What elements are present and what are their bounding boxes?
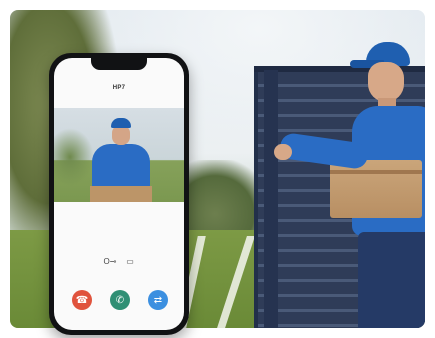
feed-hedge bbox=[54, 128, 94, 186]
record-glyph: ▭ bbox=[126, 256, 134, 266]
parcel-tape bbox=[330, 170, 422, 174]
hang-up-icon: ☎ bbox=[75, 294, 89, 306]
call-controls: O⊸ ▭ bbox=[94, 255, 144, 269]
head bbox=[368, 62, 404, 102]
feed-visitor-head bbox=[112, 125, 130, 145]
hand bbox=[274, 144, 292, 160]
answer-call-button[interactable]: ✆ bbox=[110, 290, 130, 310]
fence-post bbox=[264, 70, 278, 328]
swap-button[interactable]: ⇄ bbox=[148, 290, 168, 310]
smartphone: HP7 O⊸ ▭ ☎ ✆ ⇄ bbox=[49, 53, 189, 335]
delivery-person bbox=[274, 36, 425, 328]
intercom-app-screen: HP7 O⊸ ▭ ☎ ✆ ⇄ bbox=[54, 58, 184, 330]
parcel-box bbox=[330, 160, 422, 218]
caller-title: HP7 bbox=[112, 85, 126, 91]
phone-notch bbox=[91, 58, 147, 70]
key-icon[interactable]: O⊸ bbox=[102, 255, 118, 267]
feed-parcel bbox=[90, 186, 152, 202]
decline-call-button[interactable]: ☎ bbox=[72, 290, 92, 310]
feed-visitor-cap bbox=[111, 118, 131, 128]
phone-icon: ✆ bbox=[115, 294, 125, 306]
door-camera-feed bbox=[54, 108, 184, 202]
swap-icon: ⇄ bbox=[153, 294, 163, 306]
pants bbox=[358, 232, 425, 328]
camera-icon[interactable]: ▭ bbox=[122, 255, 138, 267]
unlock-glyph: O⊸ bbox=[103, 256, 117, 266]
